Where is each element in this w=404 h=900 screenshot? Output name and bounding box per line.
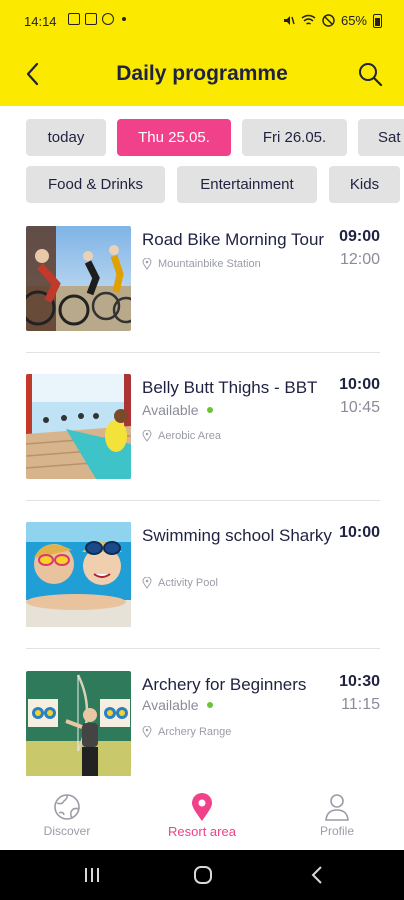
event-title: Belly Butt Thighs - BBT: [142, 378, 318, 397]
list-divider: [26, 352, 380, 353]
bottom-navigation: Discover Resort area Profile: [0, 782, 404, 850]
event-start-time: 10:00: [339, 376, 380, 393]
event-location-label: Activity Pool: [158, 577, 218, 589]
category-tab-bar: Food & Drinks Entertainment Kids: [0, 166, 404, 206]
system-navigation-bar: [0, 850, 404, 900]
do-not-disturb-icon: [322, 14, 335, 27]
availability-label: Available: [142, 697, 199, 713]
gallery-notification-icon: [68, 13, 80, 25]
more-notifications-dot: [122, 17, 126, 21]
list-divider: [26, 648, 380, 649]
page-title: Daily programme: [116, 62, 288, 85]
status-bar: 14:14 65%: [0, 0, 404, 44]
nav-resort-area-label: Resort area: [168, 824, 236, 839]
map-pin-icon: [192, 793, 212, 821]
event-location: Aerobic Area: [142, 430, 221, 442]
nav-profile-label: Profile: [319, 824, 354, 838]
event-title: Road Bike Morning Tour: [142, 230, 325, 249]
cloud-notification-icon: [102, 13, 114, 25]
availability-label: Available: [142, 402, 199, 418]
search-icon[interactable]: [356, 60, 384, 88]
location-pin-icon: [142, 430, 152, 442]
event-availability: Available: [142, 402, 213, 418]
status-time: 14:14: [24, 14, 57, 29]
location-pin-icon: [142, 577, 152, 589]
home-icon[interactable]: [191, 864, 215, 886]
event-location: Mountainbike Station: [142, 258, 261, 270]
location-pin-icon: [142, 726, 152, 738]
nav-resort-area[interactable]: Resort area: [147, 792, 257, 839]
category-tab-food-drinks[interactable]: Food & Drinks: [26, 166, 165, 203]
event-availability: Available: [142, 697, 213, 713]
event-start-time: 10:30: [339, 673, 380, 690]
event-image-archery: [26, 671, 131, 776]
event-title: Swimming school Sharky: [142, 526, 332, 545]
date-tab-thu[interactable]: Thu 25.05.: [117, 119, 231, 156]
availability-dot-icon: [206, 407, 213, 413]
event-end-time: 11:15: [341, 696, 380, 713]
date-tab-bar: today Thu 25.05. Fri 26.05. Sat: [0, 119, 404, 159]
battery-icon: [373, 13, 382, 28]
check-notification-icon: [85, 13, 97, 25]
category-tab-entertainment[interactable]: Entertainment: [177, 166, 317, 203]
event-location: Archery Range: [142, 726, 231, 738]
notification-icons: [68, 13, 126, 25]
globe-icon: [54, 794, 80, 820]
mute-icon: [283, 16, 295, 25]
event-end-time: 12:00: [339, 251, 380, 268]
event-end-time: 10:45: [339, 399, 380, 416]
event-image-aerobics: [26, 374, 131, 479]
nav-discover[interactable]: Discover: [12, 792, 122, 838]
date-tab-today[interactable]: today: [26, 119, 106, 156]
event-location-label: Archery Range: [158, 726, 232, 738]
event-item-swimming[interactable]: Swimming school Sharky 10:00 Activity Po…: [0, 522, 404, 642]
event-item-road-bike[interactable]: Road Bike Morning Tour 09:00 12:00 Mount…: [0, 226, 404, 346]
title-bar: Daily programme: [0, 52, 404, 96]
event-image-cyclists: [26, 226, 131, 331]
battery-percent: 65%: [340, 13, 367, 28]
availability-dot-icon: [206, 702, 213, 708]
event-item-bbt[interactable]: Belly Butt Thighs - BBT 10:00 10:45 Avai…: [0, 374, 404, 494]
app-header: 14:14 65% Daily programme: [0, 0, 404, 106]
list-divider: [26, 500, 380, 501]
location-pin-icon: [142, 258, 152, 270]
event-start-time: 10:00: [339, 524, 380, 541]
event-item-archery[interactable]: Archery for Beginners 10:30 11:15 Availa…: [0, 671, 404, 791]
event-title: Archery for Beginners: [142, 675, 307, 694]
event-image-swimming-kids: [26, 522, 131, 627]
system-back-icon[interactable]: [306, 864, 330, 886]
event-location-label: Mountainbike Station: [158, 258, 261, 270]
nav-profile[interactable]: Profile: [282, 792, 392, 838]
nav-discover-label: Discover: [43, 824, 91, 838]
event-location-label: Aerobic Area: [158, 430, 221, 442]
category-tab-kids[interactable]: Kids: [329, 166, 400, 203]
event-location: Activity Pool: [142, 577, 218, 589]
wifi-icon: [301, 14, 316, 25]
person-icon: [325, 794, 349, 821]
recent-apps-icon[interactable]: [80, 864, 104, 886]
date-tab-fri[interactable]: Fri 26.05.: [242, 119, 347, 156]
event-start-time: 09:00: [339, 228, 380, 245]
date-tab-sat[interactable]: Sat: [358, 119, 404, 156]
system-indicators: 65%: [282, 13, 382, 28]
